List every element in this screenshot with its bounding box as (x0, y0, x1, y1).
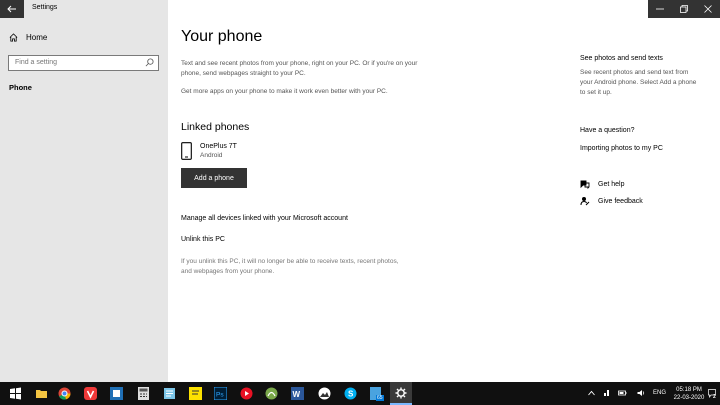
unlink-description: If you unlink this PC, it will no longer… (181, 258, 399, 275)
clock[interactable]: 05:18 PM 22-03-2020 (673, 386, 705, 402)
taskbar-badge: 65 (376, 395, 384, 401)
more-apps-text: Get more apps on your phone to make it w… (181, 88, 388, 95)
device-os: Android (200, 152, 223, 159)
restore-icon (680, 5, 688, 13)
svg-text:Ps: Ps (216, 392, 224, 399)
network-icon[interactable] (603, 389, 611, 397)
search-placeholder: Find a setting (15, 59, 58, 66)
minimize-icon (656, 8, 664, 10)
main-content: Your phone Text and see recent photos fr… (168, 0, 720, 382)
window-controls (648, 0, 720, 18)
device-name: OnePlus 7T (200, 143, 237, 150)
pinned-app-icon[interactable] (265, 387, 278, 400)
side-question-heading: Have a question? (580, 127, 635, 134)
linked-phones-heading: Linked phones (181, 121, 250, 133)
give-feedback-link[interactable]: Give feedback (580, 196, 643, 206)
feedback-icon (580, 197, 590, 206)
svg-text:S: S (348, 390, 354, 399)
back-arrow-icon (7, 5, 16, 13)
close-button[interactable] (696, 0, 720, 18)
back-button[interactable] (0, 0, 24, 18)
maximize-button[interactable] (672, 0, 696, 18)
volume-icon[interactable] (637, 389, 646, 397)
settings-taskbar-button[interactable] (390, 382, 412, 405)
home-icon (9, 33, 18, 42)
side-photos-description: See recent photos and send text from you… (580, 69, 697, 96)
window-title: Settings (32, 4, 58, 11)
side-photos-heading: See photos and send texts (580, 55, 663, 62)
page-description: Text and see recent photos from your pho… (181, 60, 418, 77)
add-phone-button[interactable]: Add a phone (181, 168, 247, 188)
nav-phone[interactable]: Phone (9, 83, 32, 92)
app-blue-icon[interactable] (110, 387, 123, 400)
minimize-button[interactable] (648, 0, 672, 18)
help-chat-icon (580, 180, 590, 189)
nav-home-label: Home (26, 33, 48, 42)
language-indicator[interactable]: ENG (653, 390, 666, 396)
taskbar: Ps W S 65 ENG 05:18 PM 22-03-2020 2 (0, 382, 720, 405)
close-icon (704, 5, 712, 13)
svg-text:W: W (293, 390, 301, 399)
sticky-notes-icon[interactable] (189, 387, 202, 400)
skype-icon[interactable]: S (344, 387, 357, 400)
battery-icon[interactable] (618, 389, 627, 397)
photos-icon[interactable] (318, 387, 331, 400)
page-title: Your phone (181, 28, 263, 45)
get-help-link[interactable]: Get help (580, 180, 624, 189)
linked-device[interactable]: OnePlus 7T Android (181, 142, 237, 160)
manage-devices-link[interactable]: Manage all devices linked with your Micr… (181, 215, 348, 222)
photoshop-icon[interactable]: Ps (214, 387, 227, 400)
calculator-icon[interactable] (137, 387, 150, 400)
unlink-pc-link[interactable]: Unlink this PC (181, 236, 225, 243)
get-help-label: Get help (598, 181, 625, 188)
clock-time: 05:18 PM (676, 387, 702, 393)
navigation-pane: Settings Home Find a setting Phone (0, 0, 168, 382)
clock-date: 22-03-2020 (673, 395, 705, 401)
media-player-icon[interactable] (240, 387, 253, 400)
search-icon (145, 58, 154, 67)
chrome-icon[interactable] (58, 387, 71, 400)
nav-home[interactable]: Home (9, 33, 47, 42)
folder-icon[interactable] (35, 387, 48, 400)
importing-photos-link[interactable]: Importing photos to my PC (580, 145, 663, 152)
notes-icon[interactable] (163, 387, 176, 400)
search-input[interactable]: Find a setting (8, 55, 159, 71)
give-feedback-label: Give feedback (598, 197, 643, 205)
notification-count: 2 (713, 394, 716, 400)
windows-start-icon[interactable] (9, 387, 22, 400)
gear-icon (395, 387, 407, 399)
vivaldi-icon[interactable] (84, 387, 97, 400)
word-icon[interactable]: W (291, 387, 304, 400)
phone-icon (181, 142, 192, 160)
chevron-up-icon[interactable] (588, 390, 595, 396)
